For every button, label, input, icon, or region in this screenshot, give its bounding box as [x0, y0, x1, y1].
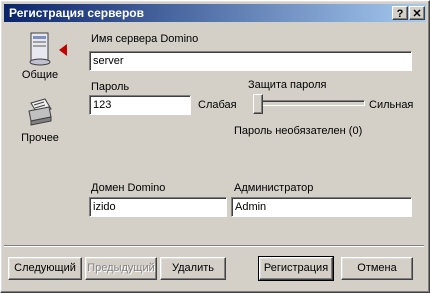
password-protection-label: Защита пароля: [248, 79, 327, 91]
close-button[interactable]: ✕: [409, 6, 425, 20]
delete-button[interactable]: Удалить: [160, 257, 226, 280]
selected-indicator-icon: [59, 44, 67, 56]
password-strength-slider[interactable]: [255, 100, 365, 106]
help-button[interactable]: ?: [392, 6, 408, 20]
admin-label: Администратор: [234, 182, 314, 194]
button-divider: [4, 245, 424, 247]
register-button[interactable]: Регистрация: [258, 256, 334, 281]
domain-field[interactable]: izido: [89, 197, 227, 217]
nav-label-general: Общие: [21, 69, 59, 81]
weak-label: Слабая: [198, 99, 237, 111]
strong-label: Сильная: [369, 99, 414, 111]
password-field[interactable]: 123: [89, 95, 191, 115]
window-title: Регистрация серверов: [9, 6, 145, 20]
nav-item-other[interactable]: Прочее: [12, 97, 68, 144]
previous-button[interactable]: Предыдущий: [85, 257, 157, 280]
title-bar[interactable]: Регистрация серверов ? ✕: [4, 4, 426, 22]
server-name-label: Имя сервера Domino: [91, 33, 199, 45]
admin-field[interactable]: Admin: [231, 197, 412, 217]
server-name-field[interactable]: server: [89, 51, 412, 71]
password-note: Пароль необязателен (0): [234, 125, 363, 137]
server-icon: [29, 32, 51, 66]
nav-label-other: Прочее: [21, 132, 59, 144]
next-button[interactable]: Следующий: [8, 257, 82, 280]
domain-label: Домен Domino: [91, 182, 166, 194]
printer-icon: [28, 98, 52, 126]
password-label: Пароль: [91, 81, 130, 93]
slider-thumb[interactable]: [253, 94, 263, 114]
cancel-button[interactable]: Отмена: [341, 257, 413, 280]
